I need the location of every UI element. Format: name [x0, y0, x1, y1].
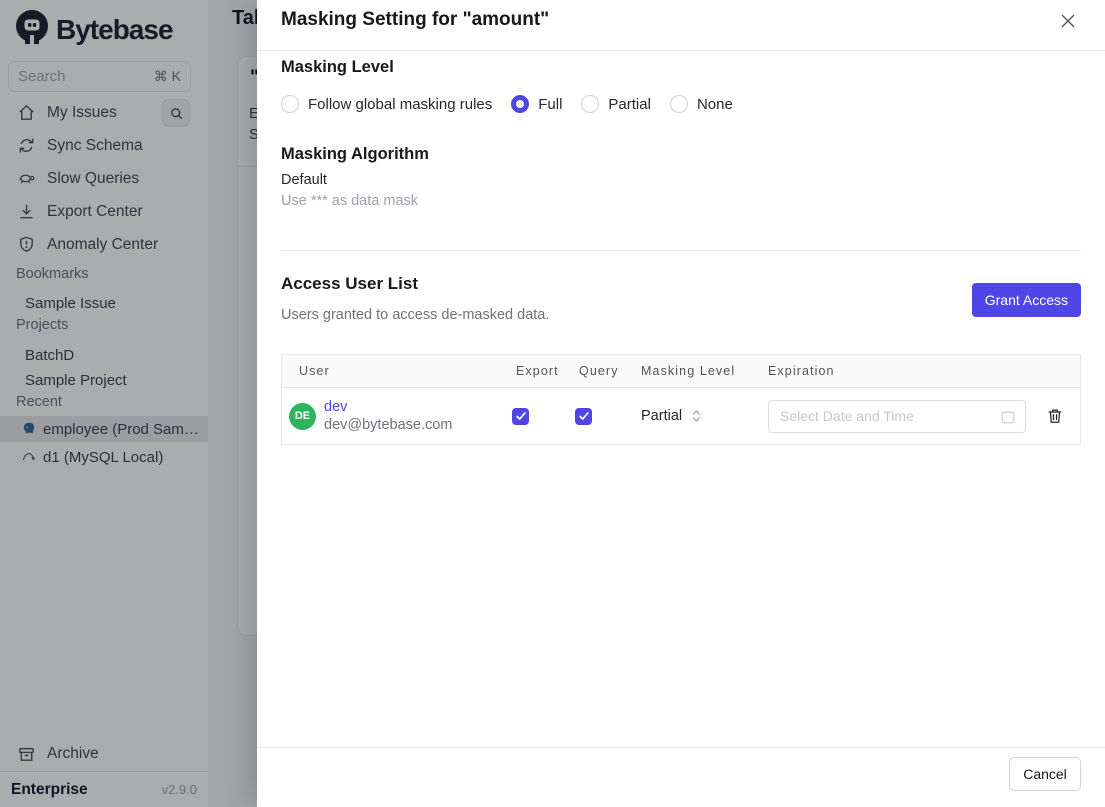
check-icon	[515, 412, 526, 420]
select-updown-icon	[693, 410, 700, 422]
expiration-cell	[751, 399, 1027, 433]
radio-label: Full	[538, 95, 563, 113]
table-row: DE dev dev@bytebase.com Partial Select D…	[282, 388, 1080, 444]
export-checkbox[interactable]	[512, 407, 529, 425]
close-button[interactable]	[1058, 11, 1078, 31]
cancel-button[interactable]: Cancel	[1009, 757, 1081, 791]
col-user: User	[299, 364, 330, 378]
radio-follow-global[interactable]: Follow global masking rules	[281, 95, 492, 113]
expiration-input[interactable]	[769, 408, 1025, 424]
divider	[257, 50, 1105, 51]
radio-none[interactable]: None	[669, 95, 733, 113]
col-export: Export	[516, 364, 559, 378]
user-cell: DE dev dev@bytebase.com	[282, 398, 499, 434]
query-cell	[562, 407, 624, 425]
app-screen: Bytebase ⌘ K My Issues Sy	[0, 0, 1105, 807]
radio-icon-selected	[511, 95, 530, 113]
table-header: User Export Query Masking Level Expirati…	[282, 355, 1080, 388]
divider	[257, 747, 1105, 748]
radio-label: Follow global masking rules	[308, 95, 493, 113]
masking-setting-modal: Masking Setting for "amount" Masking Lev…	[257, 0, 1105, 807]
user-name-link[interactable]: dev	[324, 398, 452, 416]
masking-level-radio-group: Follow global masking rules Full Partial…	[281, 95, 733, 113]
radio-partial[interactable]: Partial	[581, 95, 651, 113]
user-email: dev@bytebase.com	[324, 417, 453, 433]
col-expiration: Expiration	[768, 364, 835, 378]
calendar-icon	[1001, 411, 1015, 423]
check-icon	[578, 412, 589, 420]
trash-icon[interactable]	[1046, 407, 1064, 425]
radio-icon	[581, 95, 600, 113]
masking-algorithm-heading: Masking Algorithm	[281, 145, 429, 163]
algorithm-description: Use *** as data mask	[281, 193, 419, 209]
row-actions-cell	[1027, 407, 1082, 425]
radio-label: None	[696, 95, 733, 113]
avatar: DE	[289, 402, 316, 430]
masking-level-heading: Masking Level	[281, 58, 394, 76]
masking-level-value: Partial	[641, 408, 683, 424]
access-user-table: User Export Query Masking Level Expirati…	[281, 354, 1081, 445]
divider	[281, 250, 1081, 251]
access-user-list-subtitle: Users granted to access de-masked data.	[281, 307, 550, 323]
expiration-date-picker[interactable]	[768, 399, 1026, 433]
col-query: Query	[579, 364, 619, 378]
grant-access-button[interactable]: Grant Access	[971, 283, 1081, 317]
radio-icon	[281, 95, 299, 113]
close-icon	[1061, 14, 1075, 28]
radio-label: Partial	[608, 95, 651, 113]
access-user-list-heading: Access User List	[281, 274, 419, 293]
radio-full[interactable]: Full	[511, 95, 562, 113]
radio-icon	[669, 95, 688, 113]
modal-title: Masking Setting for "amount"	[281, 9, 550, 30]
col-masking-level: Masking Level	[641, 364, 736, 378]
algorithm-name: Default	[281, 172, 327, 188]
export-cell	[499, 407, 562, 425]
masking-level-select[interactable]: Partial	[624, 408, 751, 424]
query-checkbox[interactable]	[575, 407, 592, 425]
